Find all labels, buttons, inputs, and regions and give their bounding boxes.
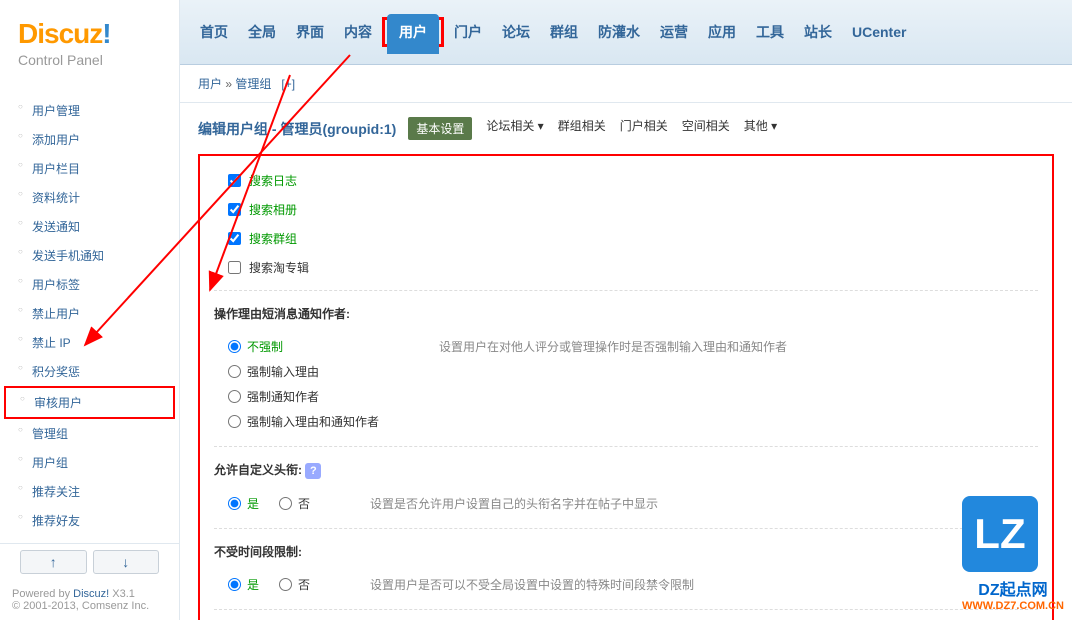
subtab[interactable]: 空间相关 — [682, 117, 730, 140]
sidebar-item[interactable]: 管理组 — [0, 419, 179, 448]
search-option-checkbox[interactable] — [228, 174, 241, 187]
reason-option[interactable]: 强制输入理由 — [228, 363, 379, 380]
top-nav: 首页全局界面内容用户门户论坛群组防灌水运营应用工具站长UCenter — [180, 0, 1072, 65]
search-option-label: 搜索群组 — [249, 230, 297, 247]
search-option-label: 搜索相册 — [249, 201, 297, 218]
scroll-up-button[interactable]: ↑ — [20, 550, 87, 574]
reason-option[interactable]: 强制输入理由和通知作者 — [228, 413, 379, 430]
section-custom-title-head: 允许自定义头衔: ? — [214, 446, 1038, 487]
custom-title-no[interactable]: 否 — [279, 495, 310, 512]
breadcrumb: 用户 » 管理组 [+] — [180, 65, 1072, 103]
search-option-label: 搜索日志 — [249, 172, 297, 189]
sidebar-item[interactable]: 用户栏目 — [0, 154, 179, 183]
sidebar-item[interactable]: 资料统计 — [0, 183, 179, 212]
topnav-tab[interactable]: 站长 — [794, 14, 842, 50]
search-option-row: 搜索群组 — [214, 224, 1038, 253]
topnav-tab[interactable]: 防灌水 — [588, 14, 650, 50]
search-option-checkbox[interactable] — [228, 203, 241, 216]
section-reason-desc: 设置用户在对他人评分或管理操作时是否强制输入理由和通知作者 — [439, 338, 1038, 430]
topnav-tab[interactable]: 全局 — [238, 14, 286, 50]
topnav-tab[interactable]: 群组 — [540, 14, 588, 50]
settings-panel: 搜索日志搜索相册搜索群组搜索淘专辑 操作理由短消息通知作者: 不强制强制输入理由… — [198, 154, 1054, 620]
page-title: 编辑用户组 - 管理员(groupid:1) — [198, 119, 396, 139]
sidebar-item[interactable]: 推荐关注 — [0, 477, 179, 506]
reason-option[interactable]: 强制通知作者 — [228, 388, 379, 405]
scroll-down-button[interactable]: ↓ — [93, 550, 160, 574]
sidebar-item[interactable]: 发送手机通知 — [0, 241, 179, 270]
breadcrumb-add[interactable]: [+] — [281, 77, 295, 91]
custom-title-yes[interactable]: 是 — [228, 495, 259, 512]
topnav-tab[interactable]: 首页 — [190, 14, 238, 50]
breadcrumb-group[interactable]: 管理组 — [235, 77, 271, 91]
topnav-tab[interactable]: 门户 — [444, 14, 492, 50]
subtab[interactable]: 论坛相关 ▾ — [486, 117, 543, 140]
search-option-label: 搜索淘专辑 — [249, 259, 309, 276]
topnav-tab[interactable]: 界面 — [286, 14, 334, 50]
sidebar-item[interactable]: 禁止用户 — [0, 299, 179, 328]
reason-option[interactable]: 不强制 — [228, 338, 379, 355]
section-time-limit-desc: 设置用户是否可以不受全局设置中设置的特殊时间段禁令限制 — [370, 576, 1038, 593]
topnav-tab[interactable]: 工具 — [746, 14, 794, 50]
logo-text: Discuz — [18, 18, 102, 49]
section-hourly-limit-head: 会员每小时发主题数限制: — [214, 609, 1038, 620]
topnav-tab[interactable]: 应用 — [698, 14, 746, 50]
sidebar-item[interactable]: 用户标签 — [0, 270, 179, 299]
sidebar-item[interactable]: 用户组 — [0, 448, 179, 477]
subtab[interactable]: 基本设置 — [408, 117, 472, 140]
search-option-row: 搜索淘专辑 — [214, 253, 1038, 282]
sidebar-item[interactable]: 资料审核 — [0, 535, 179, 543]
subtab[interactable]: 群组相关 — [558, 117, 606, 140]
topnav-tab[interactable]: UCenter — [842, 16, 916, 48]
logo-subtitle: Control Panel — [18, 52, 164, 68]
section-time-limit-head: 不受时间段限制: — [214, 528, 1038, 568]
sidebar-item[interactable]: 添加用户 — [0, 125, 179, 154]
footer: Powered by Discuz! X3.1 © 2001-2013, Com… — [0, 580, 179, 620]
logo: Discuz! Control Panel — [0, 0, 179, 78]
search-option-checkbox[interactable] — [228, 261, 241, 274]
footer-product-link[interactable]: Discuz! — [73, 588, 109, 600]
help-icon[interactable]: ? — [305, 463, 321, 479]
time-limit-yes[interactable]: 是 — [228, 576, 259, 593]
topnav-tab[interactable]: 运营 — [650, 14, 698, 50]
breadcrumb-user[interactable]: 用户 — [198, 77, 222, 91]
sidebar-item[interactable]: 发送通知 — [0, 212, 179, 241]
sidebar-item[interactable]: 禁止 IP — [0, 328, 179, 357]
topnav-tab-active[interactable]: 用户 — [387, 14, 439, 54]
time-limit-no[interactable]: 否 — [279, 576, 310, 593]
topnav-tab[interactable]: 论坛 — [492, 14, 540, 50]
sidebar-item[interactable]: 推荐好友 — [0, 506, 179, 535]
subtab[interactable]: 门户相关 — [620, 117, 668, 140]
section-reason-head: 操作理由短消息通知作者: — [214, 290, 1038, 330]
section-custom-title-desc: 设置是否允许用户设置自己的头衔名字并在帖子中显示 — [370, 495, 1038, 512]
topnav-tab[interactable]: 内容 — [334, 14, 382, 50]
sidebar-nav: 用户管理添加用户用户栏目资料统计发送通知发送手机通知用户标签禁止用户禁止 IP积… — [0, 78, 179, 543]
sidebar-item[interactable]: 用户管理 — [0, 96, 179, 125]
sidebar-item[interactable]: 积分奖惩 — [0, 357, 179, 386]
sidebar-item[interactable]: 审核用户 — [4, 386, 175, 419]
search-option-row: 搜索日志 — [214, 166, 1038, 195]
search-option-checkbox[interactable] — [228, 232, 241, 245]
search-option-row: 搜索相册 — [214, 195, 1038, 224]
subtab[interactable]: 其他 ▾ — [744, 117, 777, 140]
